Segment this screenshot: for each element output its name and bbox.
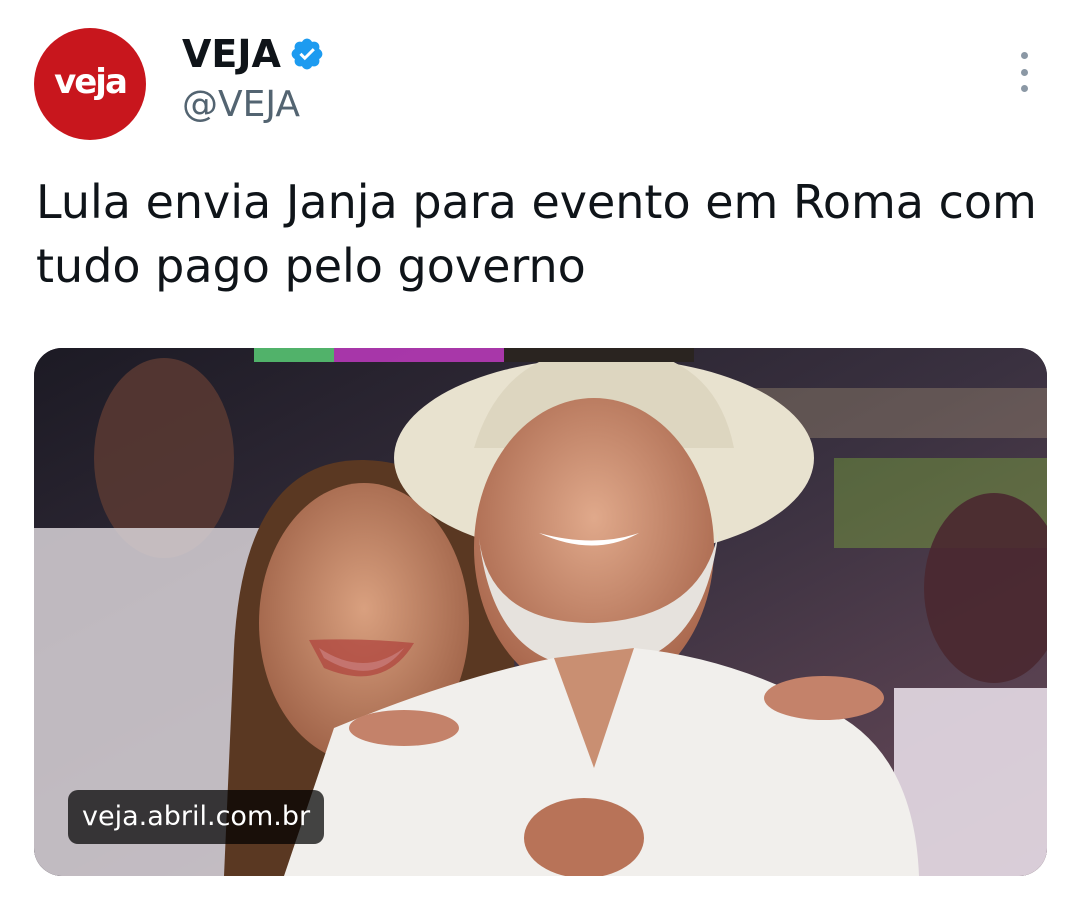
verified-badge-icon <box>289 36 325 72</box>
author-name-row: VEJA <box>182 32 325 76</box>
tweet-text: Lula envia Janja para evento em Roma com… <box>36 175 1037 293</box>
link-domain-badge[interactable]: veja.abril.com.br <box>68 790 325 844</box>
author-display-name[interactable]: VEJA <box>182 32 281 76</box>
avatar-logo-text: veja <box>54 62 128 102</box>
more-vertical-icon[interactable] <box>1010 52 1038 92</box>
tweet-card: veja VEJA @VEJA Lula envia Janja para ev… <box>0 0 1080 906</box>
author-handle[interactable]: @VEJA <box>182 84 300 126</box>
author-avatar[interactable]: veja <box>34 28 146 140</box>
